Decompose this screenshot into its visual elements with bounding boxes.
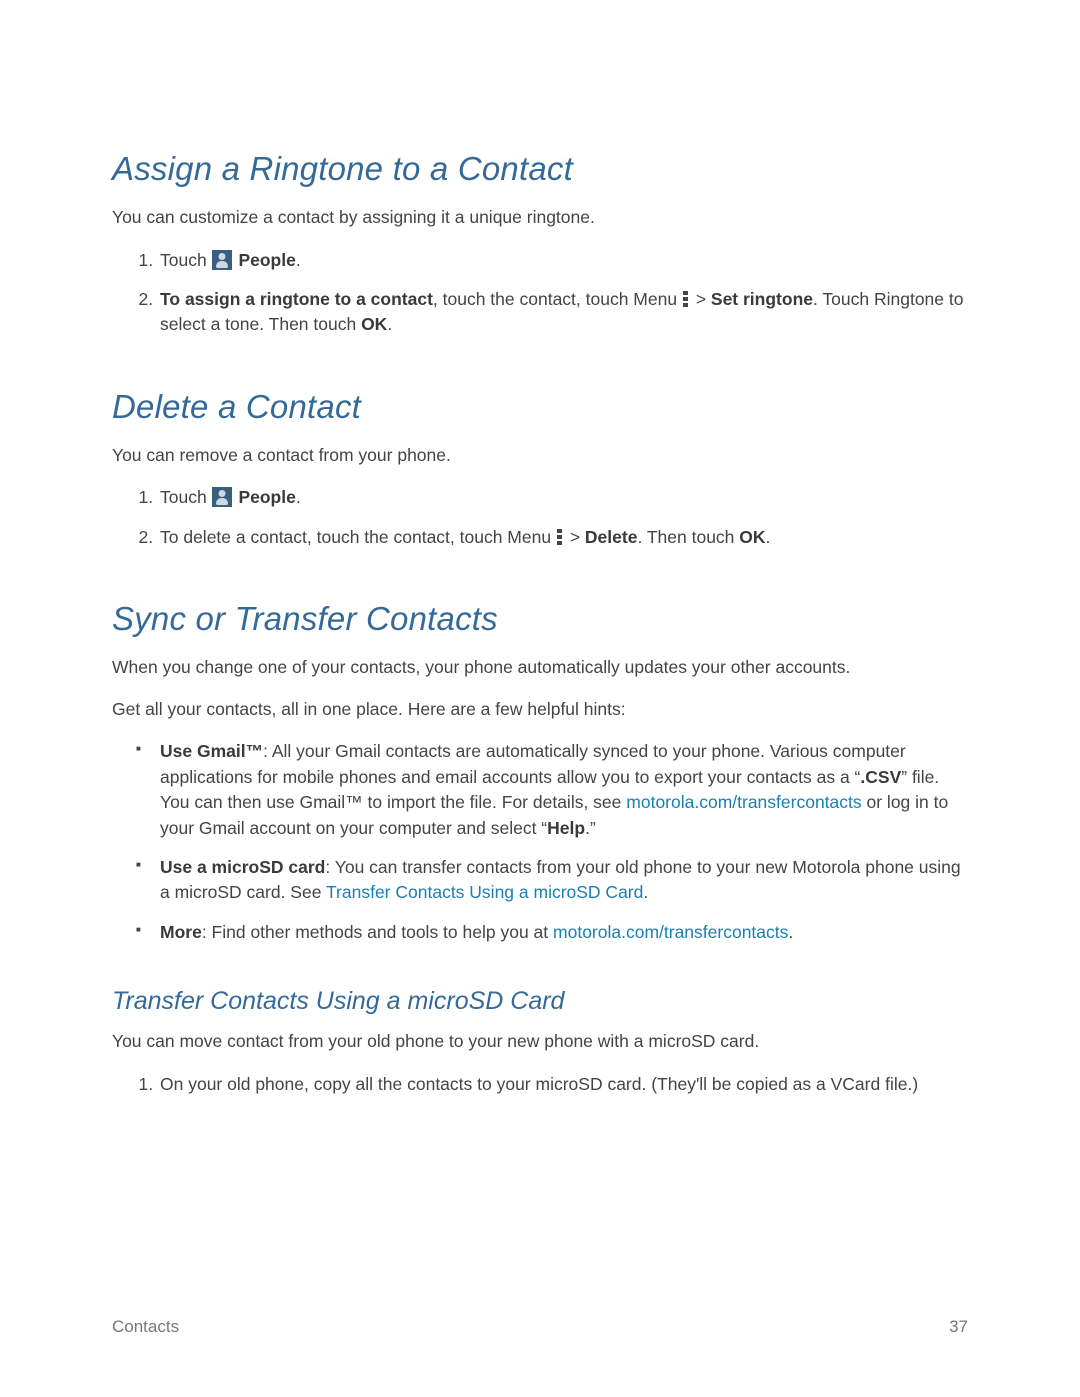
text-segment: , touch the contact, touch Menu [433,289,682,309]
text-gt: > [565,527,585,547]
text-people: People [238,487,295,507]
text-gt: > [691,289,711,309]
footer-page-number: 37 [949,1317,968,1337]
list-item: Touch People. [158,248,968,273]
ringtone-intro: You can customize a contact by assigning… [112,206,968,230]
list-item: Touch People. [158,485,968,510]
heading-delete-contact: Delete a Contact [112,388,968,426]
text-period: . [296,250,301,270]
page-footer: Contacts 37 [112,1317,968,1337]
text-csv: .CSV [860,767,901,787]
text-more: More [160,922,202,942]
list-item: To assign a ringtone to a contact, touch… [158,287,968,338]
text-set-ringtone: Set ringtone [711,289,813,309]
heading-transfer-microsd: Transfer Contacts Using a microSD Card [112,987,968,1016]
text-delete: Delete [585,527,638,547]
transfer-intro: You can move contact from your old phone… [112,1030,968,1054]
text-ok: OK [739,527,765,547]
text-tail: . [788,922,793,942]
text-help: Help [547,818,585,838]
list-item: More: Find other methods and tools to he… [158,920,968,945]
text-tail: .” [585,818,596,838]
text-period: . [296,487,301,507]
menu-icon [683,291,688,307]
list-item: Use a microSD card: You can transfer con… [158,855,968,906]
sync-p1: When you change one of your contacts, yo… [112,656,968,680]
text-segment: : Find other methods and tools to help y… [202,922,553,942]
text-bold-lead: To assign a ringtone to a contact [160,289,433,309]
text-people: People [238,250,295,270]
ringtone-steps: Touch People. To assign a ringtone to a … [112,248,968,338]
text-touch: Touch [160,487,212,507]
text-tail: . [643,882,648,902]
link-transfercontacts[interactable]: motorola.com/transfercontacts [553,922,788,942]
text-use-microsd: Use a microSD card [160,857,325,877]
delete-steps: Touch People. To delete a contact, touch… [112,485,968,550]
list-item: To delete a contact, touch the contact, … [158,525,968,550]
text-ok: OK [361,314,387,334]
menu-icon [557,529,562,545]
sync-bullets: Use Gmail™: All your Gmail contacts are … [112,739,968,945]
people-icon [212,250,232,270]
text-touch: Touch [160,250,212,270]
sync-p2: Get all your contacts, all in one place.… [112,698,968,722]
heading-assign-ringtone: Assign a Ringtone to a Contact [112,150,968,188]
delete-intro: You can remove a contact from your phone… [112,444,968,468]
text-segment: : All your Gmail contacts are automatica… [160,741,906,786]
people-icon [212,487,232,507]
footer-section-name: Contacts [112,1317,179,1337]
link-transfercontacts[interactable]: motorola.com/transfercontacts [626,792,861,812]
text-segment: To delete a contact, touch the contact, … [160,527,556,547]
list-item: On your old phone, copy all the contacts… [158,1072,968,1097]
text-period: . [387,314,392,334]
link-transfer-microsd[interactable]: Transfer Contacts Using a microSD Card [326,882,643,902]
transfer-steps: On your old phone, copy all the contacts… [112,1072,968,1097]
text-use-gmail: Use Gmail™ [160,741,263,761]
heading-sync-transfer: Sync or Transfer Contacts [112,600,968,638]
list-item: Use Gmail™: All your Gmail contacts are … [158,739,968,841]
text-segment: . Then touch [637,527,739,547]
text-period: . [766,527,771,547]
